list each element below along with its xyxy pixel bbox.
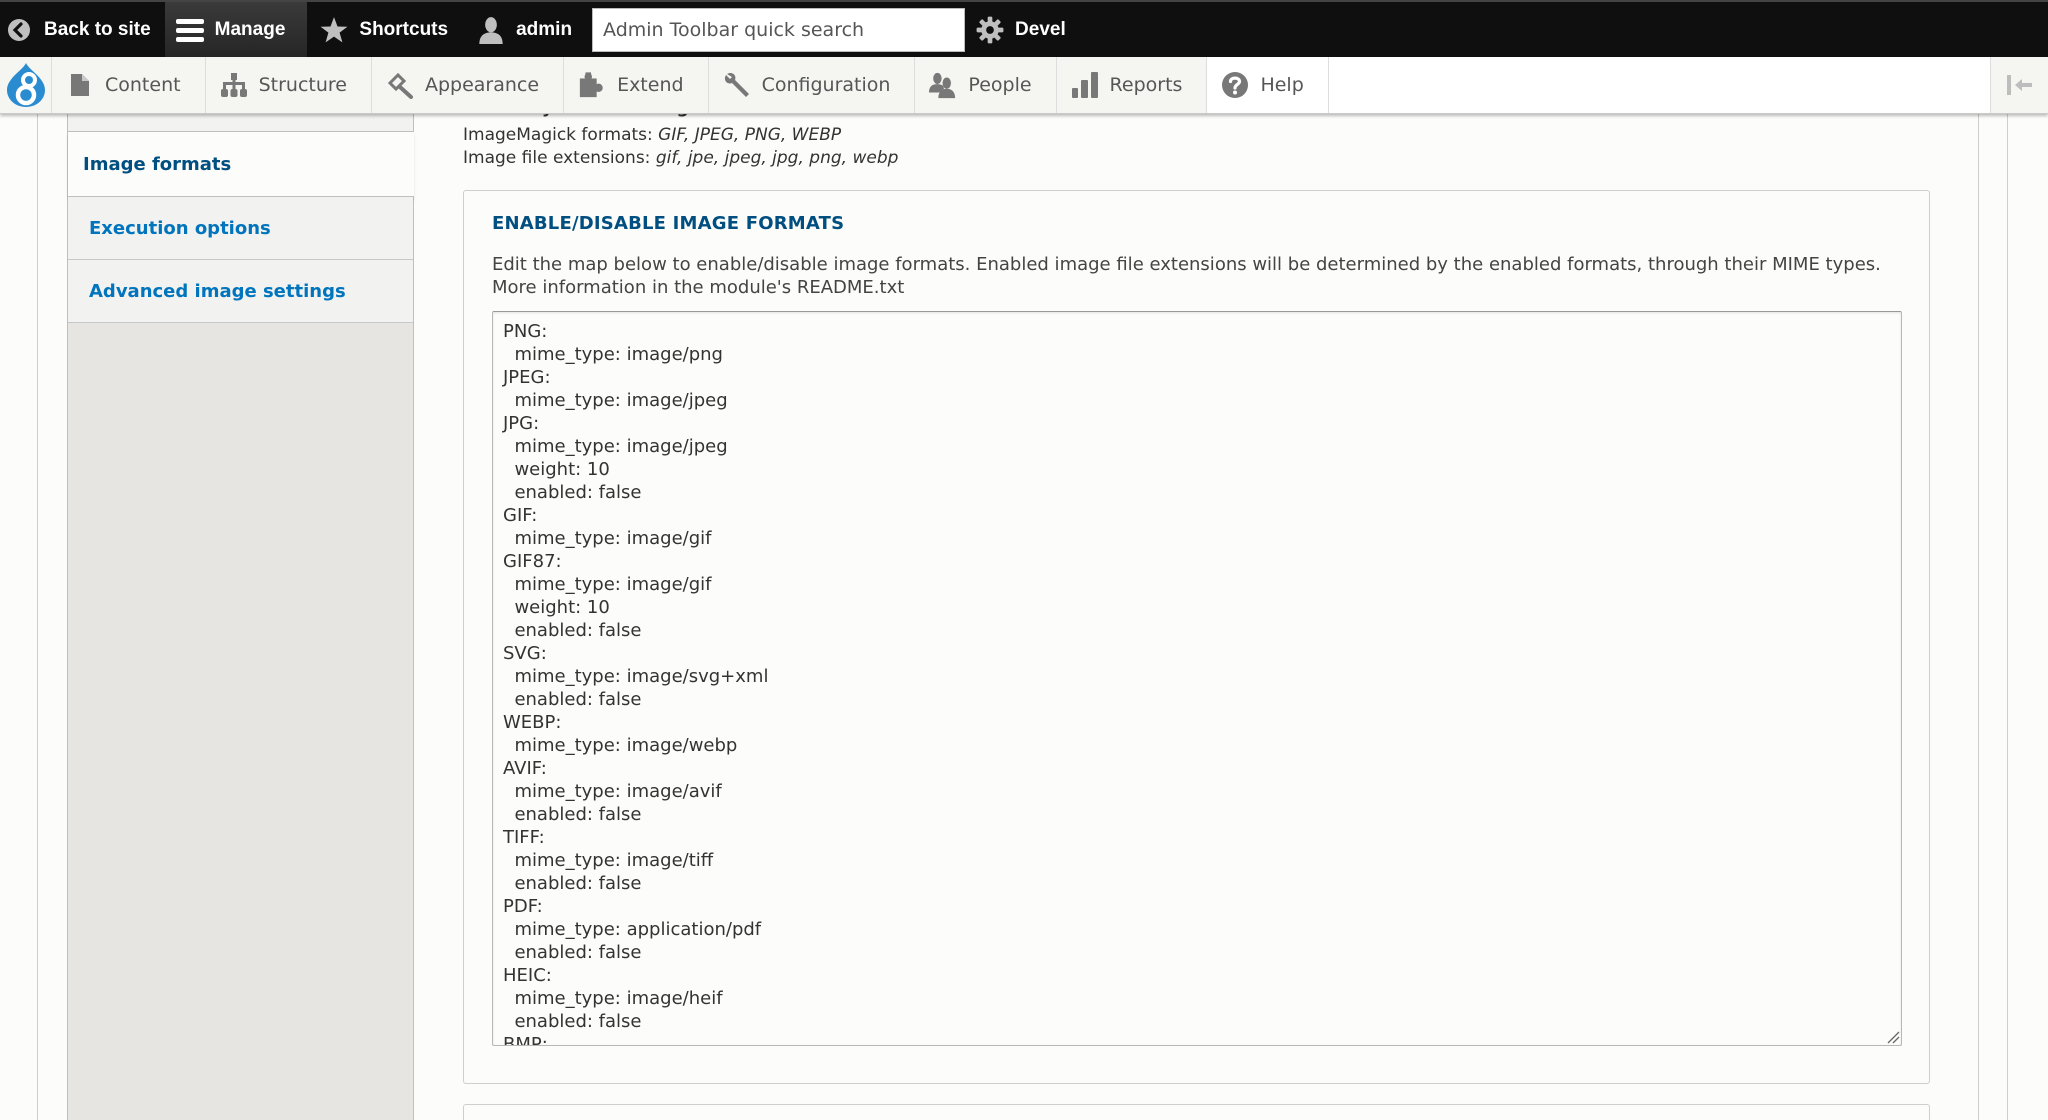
- description-line: More information in the module's README.…: [492, 277, 905, 298]
- tray-item-reports[interactable]: Reports: [1057, 57, 1208, 113]
- tray-orientation-toggle[interactable]: [1990, 57, 2048, 113]
- admin-menu-tray: Content Structure Appearance Extend Conf…: [0, 57, 2048, 114]
- user-label: admin: [516, 18, 573, 40]
- image-extensions-line: Image file extensions: gif, jpe, jpeg, j…: [463, 147, 1933, 170]
- tray-item-people[interactable]: People: [915, 57, 1057, 113]
- tray-spacer: [1328, 57, 1990, 113]
- description-line: Edit the map below to enable/disable ima…: [492, 254, 1881, 275]
- image-formats-textarea[interactable]: PNG: mime_type: image/png JPEG: mime_typ…: [492, 311, 1902, 1046]
- tray-item-label: Structure: [258, 74, 347, 96]
- vertical-tab-label: Execution options: [89, 217, 271, 239]
- imagemagick-formats-label: ImageMagick formats:: [463, 125, 659, 145]
- admin-toolbar: Back to site Manage Shortcuts admin Admi…: [0, 0, 2048, 57]
- vertical-tab-image-formats[interactable]: Image formats: [68, 132, 414, 197]
- user-icon: [476, 15, 506, 45]
- tray-item-label: Extend: [617, 74, 684, 96]
- wrench-icon: [723, 71, 751, 99]
- devel-button[interactable]: Devel: [975, 2, 1080, 57]
- tray-item-label: Appearance: [424, 74, 540, 96]
- vertical-tab-label: Image formats: [83, 153, 232, 175]
- imagemagick-formats-line: ImageMagick formats: GIF, JPEG, PNG, WEB…: [463, 124, 1933, 147]
- puzzle-icon: [578, 71, 606, 99]
- image-extensions-label: Image file extensions:: [463, 148, 656, 168]
- tray-item-label: Reports: [1109, 74, 1183, 96]
- file-icon: [66, 71, 94, 99]
- tray-item-structure[interactable]: Structure: [206, 57, 372, 113]
- vertical-tab-label: Advanced image settings: [89, 280, 346, 302]
- hamburger-menu-icon: [175, 15, 205, 45]
- drupal-drop-icon: [6, 63, 45, 107]
- vertical-tab-execution-options[interactable]: Execution options: [68, 197, 413, 260]
- shortcuts-button[interactable]: Shortcuts: [307, 2, 470, 57]
- vertical-tab-advanced-image-settings[interactable]: Advanced image settings: [68, 260, 413, 323]
- page-frame-left-border: [37, 114, 38, 1120]
- shortcuts-label: Shortcuts: [359, 18, 449, 40]
- back-to-site-button[interactable]: Back to site: [0, 2, 165, 57]
- next-fieldset: [463, 1104, 1930, 1120]
- tray-item-label: Content: [105, 74, 181, 96]
- vertical-tab-previous-item[interactable]: [68, 114, 413, 132]
- page-frame-right-border: [1978, 114, 1979, 1120]
- collapse-left-icon: [2006, 75, 2032, 95]
- paintbrush-icon: [386, 71, 414, 99]
- user-button[interactable]: admin: [470, 2, 584, 57]
- chevron-left-circle-icon: [4, 15, 34, 45]
- drupal-logo[interactable]: [0, 57, 52, 113]
- tray-item-label: People: [968, 74, 1032, 96]
- people-icon: [929, 71, 957, 99]
- back-to-site-label: Back to site: [44, 18, 151, 40]
- tray-item-help[interactable]: Help: [1207, 57, 1329, 113]
- fieldset-legend: ENABLE/DISABLE IMAGE FORMATS: [492, 213, 845, 234]
- image-formats-fieldset: ENABLE/DISABLE IMAGE FORMATS Edit the ma…: [463, 190, 1930, 1084]
- tray-item-label: Configuration: [761, 74, 891, 96]
- tray-item-appearance[interactable]: Appearance: [372, 57, 565, 113]
- tray-item-label: Help: [1260, 74, 1304, 96]
- tray-item-configuration[interactable]: Configuration: [709, 57, 916, 113]
- imagemagick-formats-value: GIF, JPEG, PNG, WEBP: [658, 125, 842, 145]
- tray-item-content[interactable]: Content: [52, 57, 206, 113]
- page-scrollbar-track[interactable]: [2007, 114, 2008, 1120]
- help-icon: [1221, 71, 1249, 99]
- devel-label: Devel: [1015, 18, 1066, 40]
- image-extensions-value: gif, jpe, jpeg, jpg, png, webp: [655, 148, 899, 168]
- fieldset-description: Edit the map below to enable/disable ima…: [492, 253, 1912, 299]
- manage-label: Manage: [214, 18, 286, 40]
- tray-item-extend[interactable]: Extend: [564, 57, 709, 113]
- bar-chart-icon: [1071, 71, 1099, 99]
- vertical-tabs: Image formats Execution options Advanced…: [67, 114, 414, 1120]
- star-icon: [319, 15, 349, 45]
- sitemap-icon: [220, 71, 248, 99]
- manage-button[interactable]: Manage: [164, 2, 308, 57]
- admin-toolbar-search-input[interactable]: Admin Toolbar quick search: [592, 7, 966, 52]
- gear-icon: [975, 15, 1005, 45]
